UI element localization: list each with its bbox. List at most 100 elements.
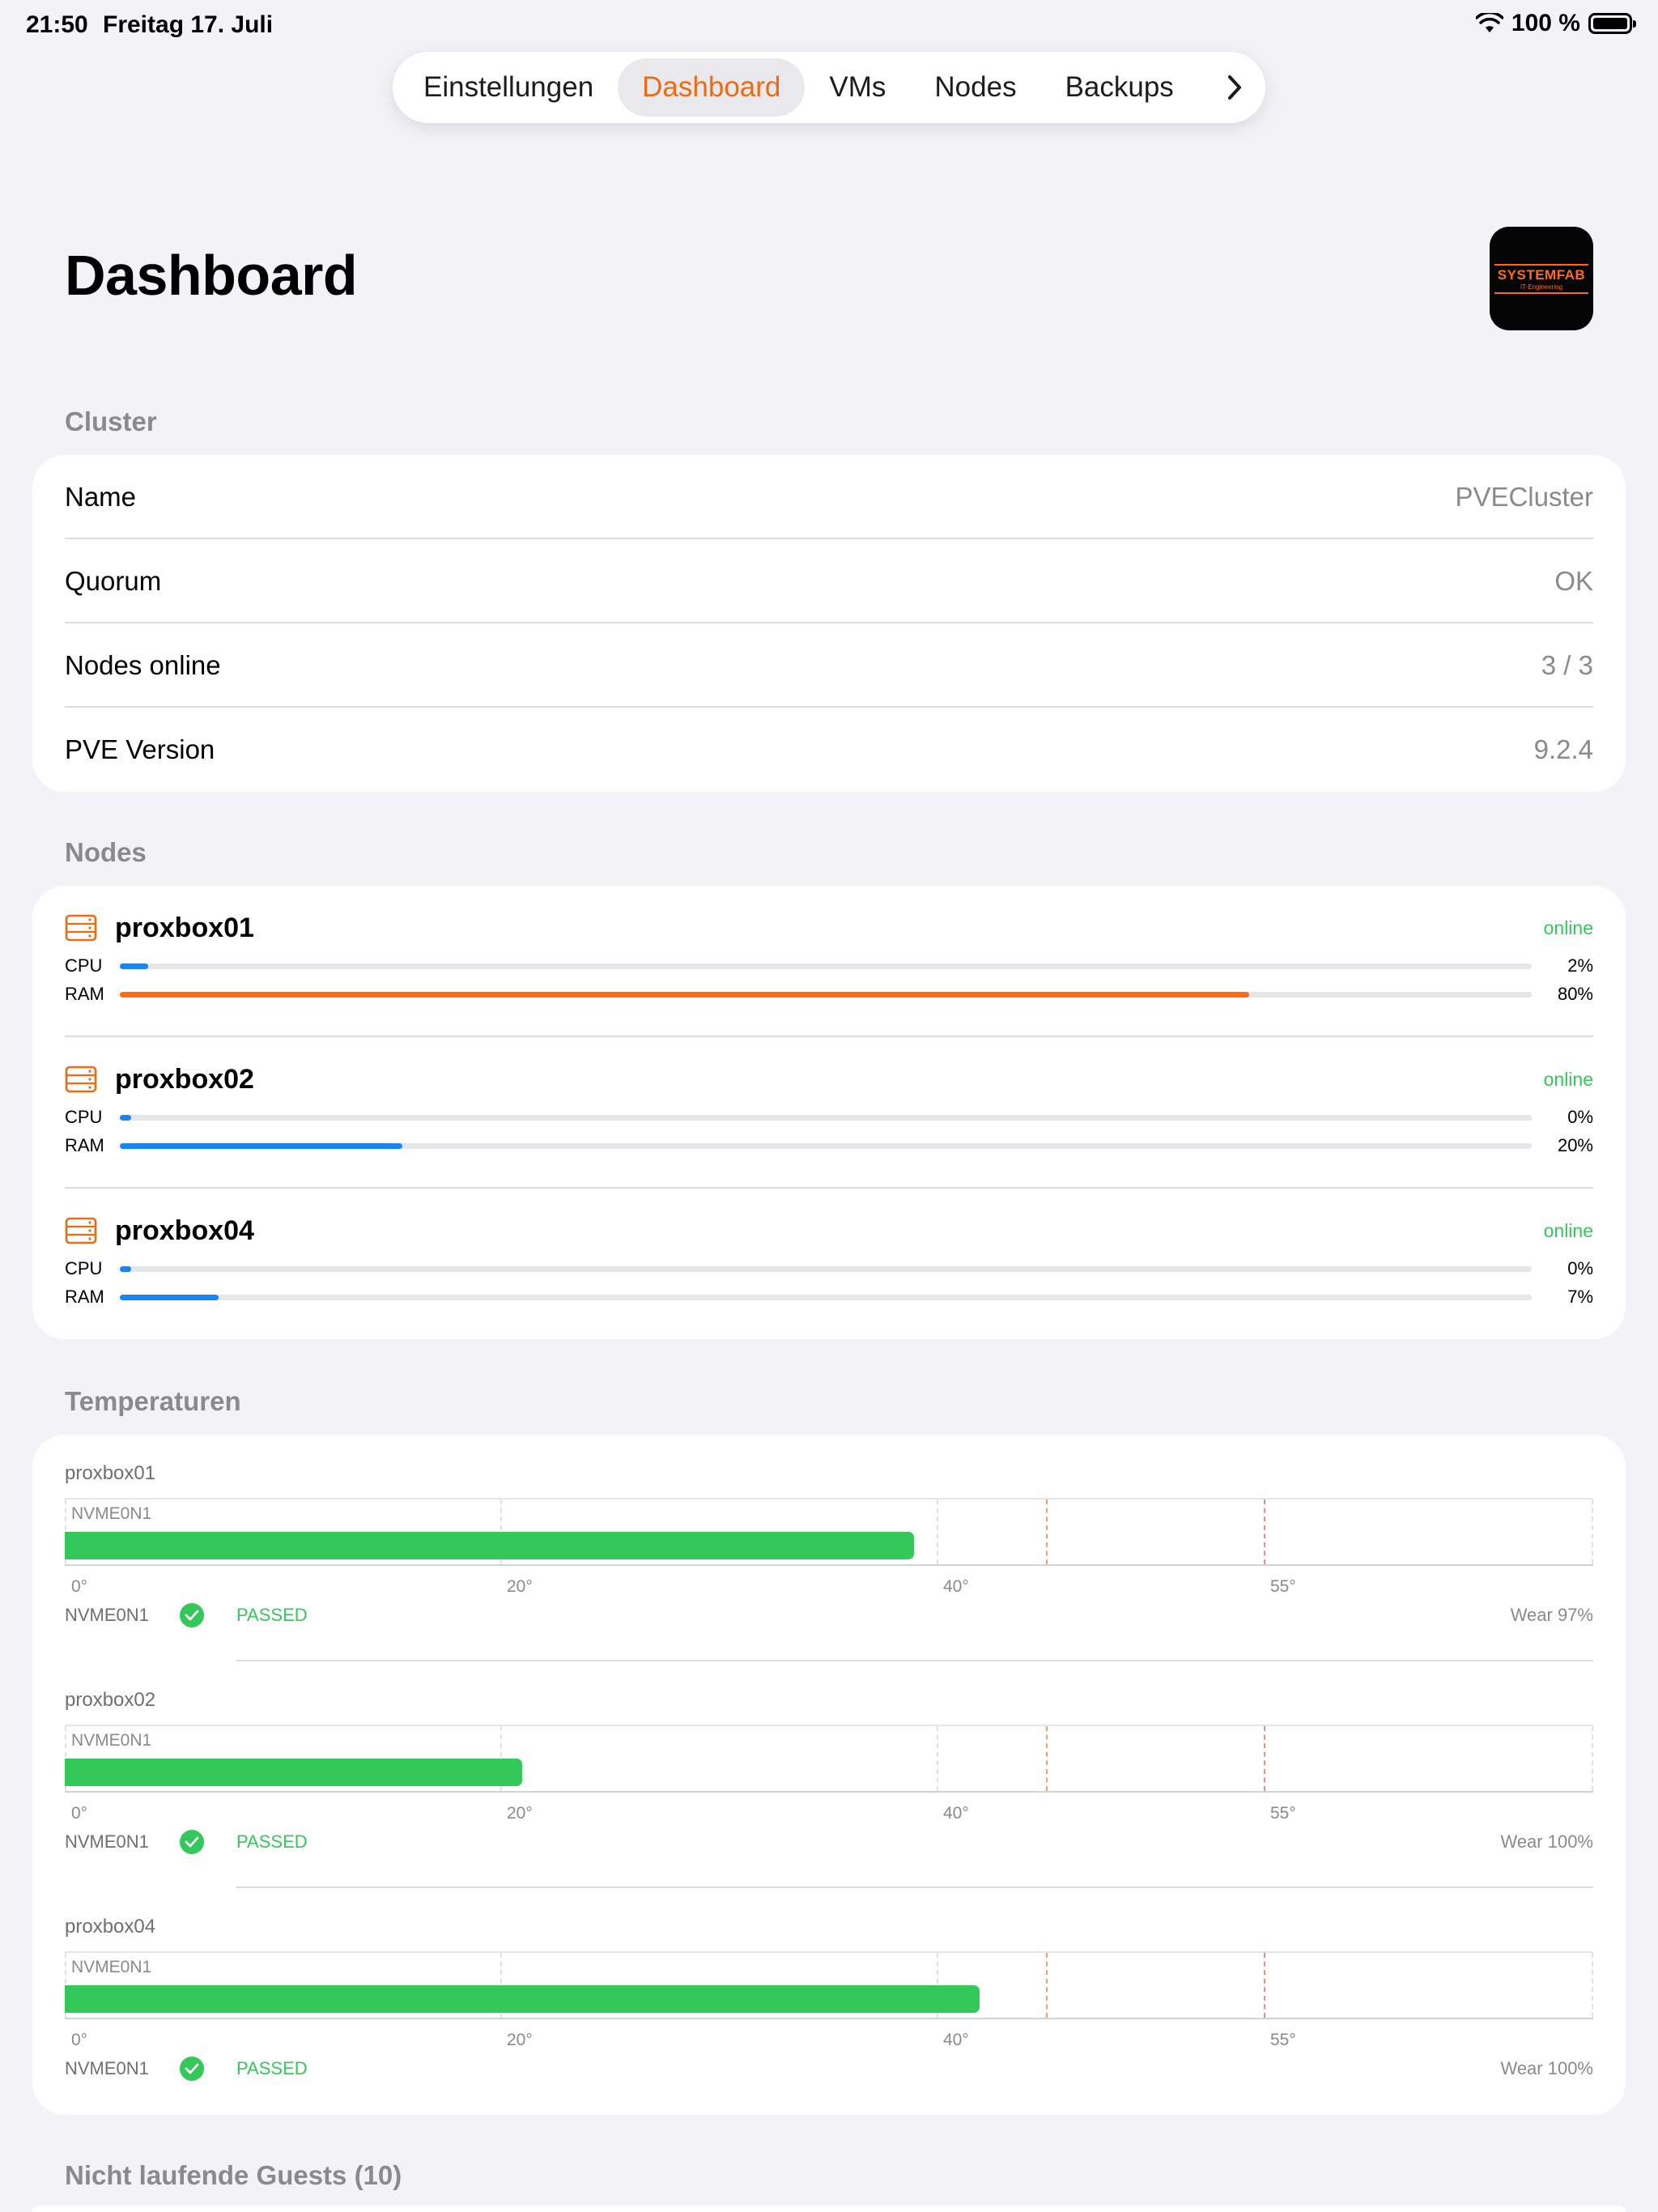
- axis-tick-label: 55°: [1270, 1577, 1296, 1596]
- smart-result: PASSED: [236, 1831, 308, 1852]
- node-item[interactable]: proxbox04 online CPU 0% RAM 7%: [65, 1189, 1593, 1340]
- row-value: 9.2.4: [1533, 734, 1593, 764]
- smart-status-row: NVME0N1 PASSED Wear 97%: [65, 1602, 1593, 1629]
- ram-label: RAM: [65, 984, 104, 1004]
- server-icon: [65, 1217, 97, 1244]
- axis-tick-label: 40°: [943, 1577, 969, 1596]
- tab-einstellungen[interactable]: Einstellungen: [399, 58, 618, 117]
- ram-percent: 80%: [1557, 984, 1593, 1004]
- systemfab-logo: SYSTEMFAB IT-Engineering: [1490, 227, 1593, 330]
- ram-progress-bar: [120, 1142, 402, 1149]
- temperature-chart: NVME0N1: [65, 1498, 1593, 1566]
- temperature-chart: NVME0N1: [65, 1951, 1593, 2019]
- page-title: Dashboard: [65, 244, 358, 307]
- tab-vms[interactable]: VMs: [805, 58, 910, 117]
- checkmark-icon: [180, 2057, 204, 2081]
- ram-percent: 7%: [1567, 1287, 1593, 1307]
- ram-progress-track: [120, 1142, 1532, 1149]
- gridline: [1592, 1726, 1593, 1791]
- row-value: PVECluster: [1455, 482, 1593, 512]
- gridline: [1592, 1499, 1593, 1564]
- ram-progress-bar: [120, 1294, 219, 1300]
- smart-status-row: NVME0N1 PASSED Wear 100%: [65, 2055, 1593, 2082]
- temperature-bar: [65, 1759, 522, 1786]
- axis-tick-label: 0°: [71, 2031, 88, 2049]
- critical-threshold-line: [1264, 1499, 1265, 1564]
- row-value: 3 / 3: [1541, 650, 1593, 680]
- cluster-row-nodes-online: Nodes online 3 / 3: [65, 623, 1593, 708]
- disk-name: NVME0N1: [65, 1831, 149, 1852]
- cpu-progress-bar: [120, 963, 148, 969]
- axis-tick-label: 40°: [943, 1804, 969, 1823]
- critical-threshold-line: [1264, 1953, 1265, 2018]
- row-label: Name: [65, 482, 137, 512]
- cluster-row-pve-version: PVE Version 9.2.4: [65, 708, 1593, 792]
- temperature-bar: [65, 1532, 915, 1559]
- gridline: [1592, 1953, 1593, 2018]
- cpu-percent: 0%: [1567, 1258, 1593, 1278]
- smart-result: PASSED: [236, 1605, 308, 1625]
- tab-more-button[interactable]: [1210, 58, 1259, 117]
- node-name: proxbox04: [115, 1214, 254, 1246]
- cluster-row-name: Name PVECluster: [65, 455, 1593, 539]
- nodes-card: proxbox01 online CPU 2% RAM 80% proxbox0…: [32, 886, 1626, 1339]
- cpu-label: CPU: [65, 1107, 103, 1127]
- battery-percent: 100 %: [1511, 10, 1580, 36]
- node-item[interactable]: proxbox02 online CPU 0% RAM 20%: [65, 1037, 1593, 1189]
- server-icon: [65, 1066, 97, 1093]
- cpu-progress-bar: [120, 1114, 131, 1121]
- cluster-card: Name PVECluster Quorum OK Nodes online 3…: [32, 455, 1626, 792]
- temperatures-card: proxbox01 NVME0N1 0° 20° 40° 55° NVME0N1…: [32, 1435, 1626, 2115]
- disk-name: NVME0N1: [65, 1605, 149, 1625]
- tab-dashboard[interactable]: Dashboard: [618, 58, 806, 117]
- tab-nodes[interactable]: Nodes: [910, 58, 1040, 117]
- axis-tick-label: 20°: [507, 2031, 533, 2049]
- row-label: PVE Version: [65, 734, 215, 764]
- node-name: proxbox01: [115, 912, 254, 943]
- tab-bar: Einstellungen Dashboard VMs Nodes Backup…: [393, 52, 1265, 123]
- cpu-progress-track: [120, 1114, 1532, 1121]
- temperature-bar: [65, 1985, 980, 2013]
- temp-node-name: proxbox01: [65, 1462, 156, 1484]
- ram-label: RAM: [65, 1135, 104, 1155]
- temp-block: proxbox02 NVME0N1 0° 20° 40° 55° NVME0N1…: [65, 1661, 1593, 1888]
- nodes-section-title: Nodes: [65, 837, 147, 867]
- cpu-percent: 0%: [1567, 1107, 1593, 1127]
- wear-level: Wear 97%: [1510, 1605, 1593, 1625]
- status-bar: 21:50 Freitag 17. Juli 100 %: [0, 0, 1658, 52]
- stopped-guests-card: [32, 2206, 1626, 2212]
- row-label: Nodes online: [65, 650, 221, 680]
- row-label: Quorum: [65, 566, 162, 596]
- gridline: [937, 1499, 938, 1564]
- checkmark-icon: [180, 1830, 204, 1854]
- cpu-progress-track: [120, 1266, 1532, 1272]
- ram-progress-track: [120, 1294, 1532, 1300]
- temperatures-section-title: Temperaturen: [65, 1386, 241, 1416]
- node-status: online: [1543, 1219, 1593, 1241]
- chevron-right-icon: [1228, 75, 1241, 100]
- warning-threshold-line: [1046, 1499, 1048, 1564]
- cpu-progress-track: [120, 963, 1532, 969]
- stopped-guests-section-title: Nicht laufende Guests (10): [65, 2160, 402, 2190]
- node-item[interactable]: proxbox01 online CPU 2% RAM 80%: [65, 886, 1593, 1037]
- battery-icon: [1588, 13, 1636, 34]
- node-name: proxbox02: [115, 1063, 254, 1095]
- server-icon: [65, 914, 97, 942]
- disk-label: NVME0N1: [71, 1504, 152, 1523]
- cpu-metric: CPU 0%: [65, 1107, 1593, 1128]
- critical-threshold-line: [1264, 1726, 1265, 1791]
- checkmark-icon: [180, 1603, 204, 1627]
- smart-result: PASSED: [236, 2058, 308, 2078]
- cpu-percent: 2%: [1567, 955, 1593, 976]
- wear-level: Wear 100%: [1500, 2058, 1593, 2078]
- cluster-section-title: Cluster: [65, 406, 157, 436]
- cpu-label: CPU: [65, 1258, 103, 1278]
- tab-backups[interactable]: Backups: [1041, 58, 1198, 117]
- node-status: online: [1543, 1068, 1593, 1090]
- gridline: [937, 1726, 938, 1791]
- status-right: 100 %: [1475, 10, 1636, 37]
- temp-node-name: proxbox04: [65, 1916, 156, 1938]
- axis-tick-label: 0°: [71, 1577, 88, 1596]
- cluster-row-quorum: Quorum OK: [65, 539, 1593, 623]
- axis-tick-label: 20°: [507, 1804, 533, 1823]
